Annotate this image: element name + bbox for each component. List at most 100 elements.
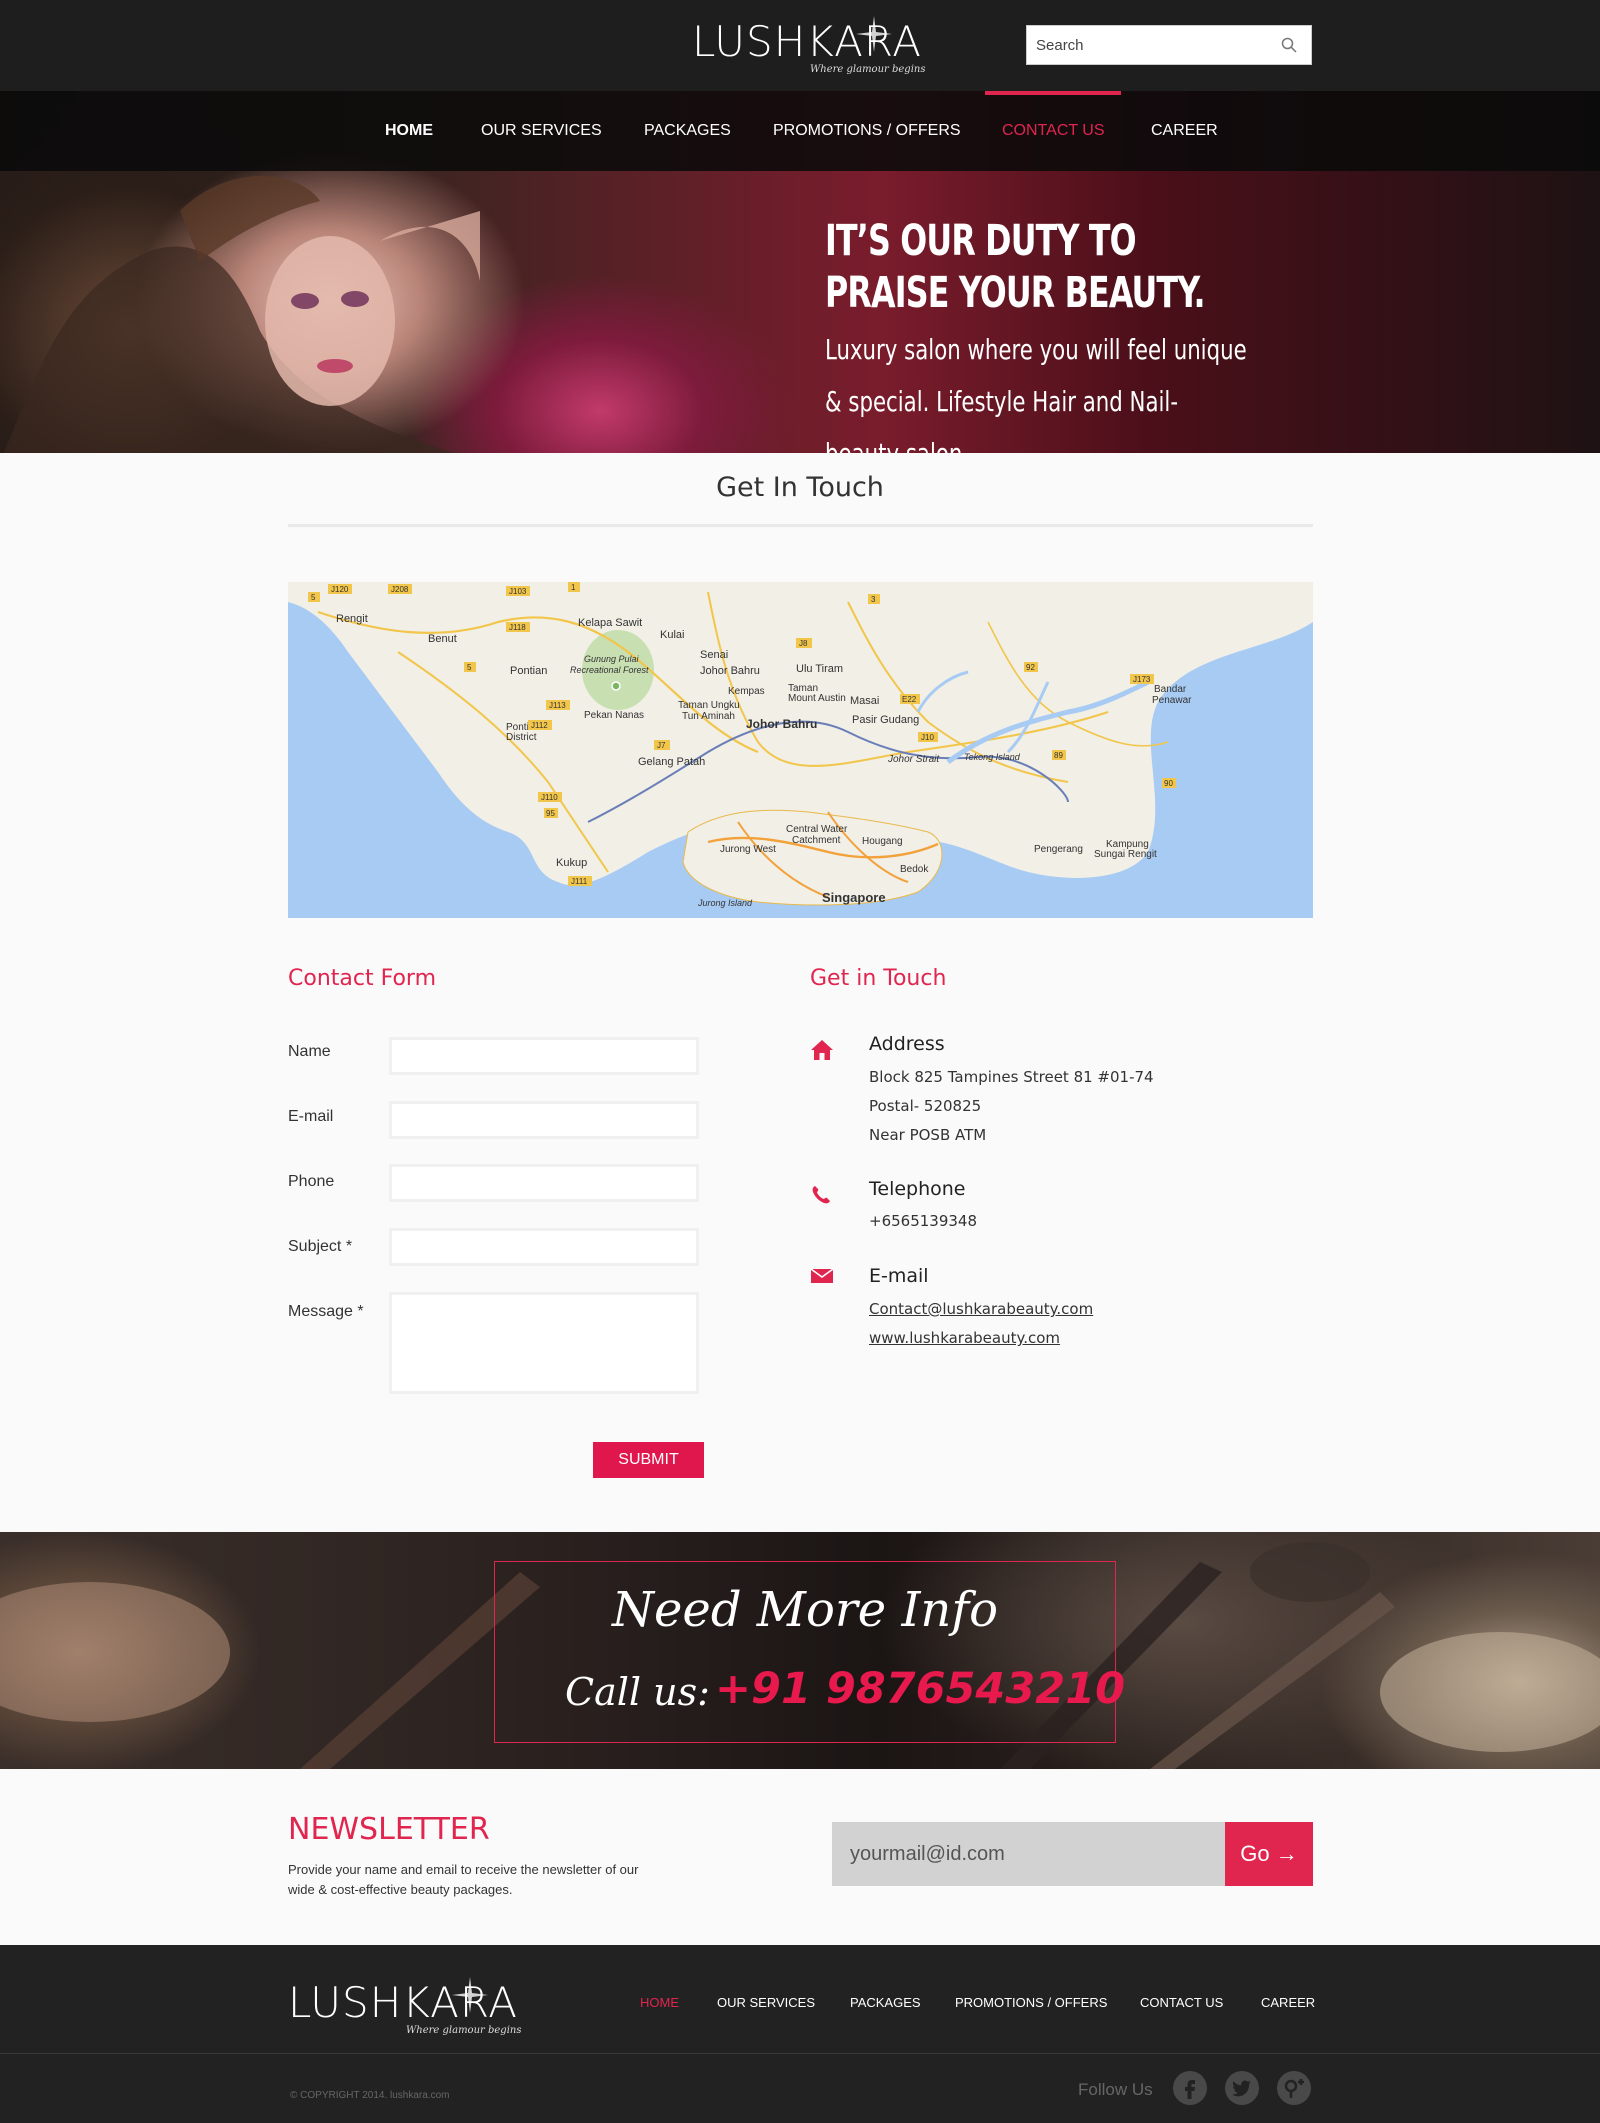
contact-form-title: Contact Form [288, 966, 437, 991]
nav-item-packages[interactable]: PACKAGES [644, 91, 731, 171]
logo-tagline: Where glamour begins [810, 64, 926, 75]
svg-text:Bandar: Bandar [1154, 684, 1187, 695]
email-heading: E-mail [869, 1265, 929, 1287]
svg-text:Pekan Nanas: Pekan Nanas [584, 710, 644, 721]
svg-text:Pontian: Pontian [510, 665, 547, 677]
hero-subtext: Luxury salon where you will feel unique … [825, 333, 1247, 453]
svg-text:1: 1 [571, 583, 576, 592]
footer: LUSHKARA Where glamour begins HOME OUR S… [0, 1945, 1600, 2123]
svg-text:Tun Aminah: Tun Aminah [682, 711, 735, 722]
address-line-2: Postal- 520825 [869, 1097, 982, 1115]
svg-text:J8: J8 [799, 639, 808, 648]
svg-text:J208: J208 [391, 585, 409, 594]
svg-text:92: 92 [1026, 663, 1035, 672]
svg-text:90: 90 [1164, 779, 1173, 788]
footer-nav-packages[interactable]: PACKAGES [850, 1995, 921, 2010]
subject-field[interactable] [389, 1228, 699, 1266]
newsletter-email-input[interactable] [832, 1822, 1225, 1886]
cta-phone-number[interactable]: +91 9876543210 [715, 1664, 1125, 1714]
google-plus-icon[interactable] [1277, 2071, 1311, 2105]
search-box [1026, 25, 1312, 65]
telephone-heading: Telephone [869, 1178, 966, 1200]
facebook-icon[interactable] [1173, 2071, 1207, 2105]
email-link[interactable]: Contact@lushkarabeauty.com [869, 1300, 1093, 1318]
svg-text:Johor Bahru: Johor Bahru [746, 717, 817, 731]
footer-nav-career[interactable]: CAREER [1261, 1995, 1315, 2010]
twitter-icon[interactable] [1225, 2071, 1259, 2105]
svg-text:Kempas: Kempas [728, 686, 765, 697]
site-logo[interactable]: LUSHKARA Where glamour begins [692, 14, 925, 80]
svg-text:5: 5 [467, 663, 472, 672]
map-graphic[interactable]: Rengit Benut Kelapa Sawit Kulai Senai Jo… [288, 582, 1313, 918]
svg-text:Gelang Patah: Gelang Patah [638, 756, 705, 768]
svg-text:Gunung Pulai: Gunung Pulai [584, 654, 640, 664]
svg-text:Bedok: Bedok [900, 864, 929, 875]
website-link[interactable]: www.lushkarabeauty.com [869, 1329, 1060, 1347]
nav-item-our-services[interactable]: OUR SERVICES [481, 91, 602, 171]
svg-text:J173: J173 [1133, 675, 1151, 684]
svg-text:Pengerang: Pengerang [1034, 844, 1083, 855]
svg-text:Jurong Island: Jurong Island [697, 898, 753, 908]
svg-text:J112: J112 [531, 721, 548, 730]
message-field[interactable] [389, 1292, 699, 1394]
svg-text:Rengit: Rengit [336, 613, 368, 625]
svg-text:District: District [506, 732, 537, 743]
website-line: www.lushkarabeauty.com [869, 1329, 1060, 1347]
search-icon[interactable] [1281, 37, 1297, 53]
newsletter-go-button[interactable]: Go → [1225, 1822, 1313, 1886]
phone-field[interactable] [389, 1164, 699, 1202]
svg-text:Masai: Masai [850, 695, 879, 707]
svg-text:Ulu Tiram: Ulu Tiram [796, 663, 843, 675]
hero-model-image [3, 176, 480, 453]
name-label: Name [288, 1043, 331, 1060]
telephone-number: +6565139348 [869, 1212, 978, 1230]
search-input[interactable] [1027, 26, 1267, 64]
top-bar: LUSHKARA Where glamour begins [0, 0, 1600, 91]
subject-label: Subject * [288, 1238, 353, 1255]
email-field[interactable] [389, 1101, 699, 1139]
svg-text:J120: J120 [331, 585, 349, 594]
nav-item-career[interactable]: CAREER [1151, 91, 1218, 171]
cta-title: Need More Info [612, 1582, 998, 1638]
nav-item-contact-us[interactable]: CONTACT US [1002, 91, 1105, 171]
logo-sparkle-icon [856, 16, 892, 52]
submit-button[interactable]: SUBMIT [593, 1442, 704, 1478]
name-field[interactable] [389, 1037, 699, 1075]
svg-text:Johor Strait: Johor Strait [887, 754, 940, 765]
address-heading: Address [869, 1033, 945, 1055]
section-title: Get In Touch [716, 472, 884, 503]
footer-nav-home[interactable]: HOME [640, 1995, 679, 2010]
newsletter-description: Provide your name and email to receive t… [288, 1862, 639, 1897]
nav-item-promotions[interactable]: PROMOTIONS / OFFERS [773, 91, 961, 171]
svg-text:89: 89 [1054, 751, 1063, 760]
svg-text:Mount Austin: Mount Austin [788, 693, 846, 704]
home-icon [811, 1040, 833, 1060]
footer-nav-our-services[interactable]: OUR SERVICES [717, 1995, 815, 2010]
svg-text:Sungai Rengit: Sungai Rengit [1094, 849, 1157, 860]
cta-call-label: Call us: [565, 1670, 710, 1714]
hero-banner: HOME OUR SERVICES PACKAGES PROMOTIONS / … [0, 91, 1600, 453]
nav-item-home[interactable]: HOME [385, 91, 433, 171]
svg-text:5: 5 [311, 593, 316, 602]
address-line-3: Near POSB ATM [869, 1126, 987, 1144]
svg-text:Tekong Island: Tekong Island [964, 752, 1021, 762]
svg-text:Pasir Gudang: Pasir Gudang [852, 714, 919, 726]
svg-text:Taman Ungku: Taman Ungku [678, 700, 740, 711]
email-address-line: Contact@lushkarabeauty.com [869, 1300, 1093, 1318]
svg-text:J10: J10 [921, 733, 934, 742]
phone-icon [812, 1186, 830, 1204]
location-map[interactable]: Rengit Benut Kelapa Sawit Kulai Senai Jo… [288, 582, 1313, 918]
email-label: E-mail [288, 1108, 334, 1125]
envelope-icon [810, 1268, 834, 1283]
svg-text:Central Water: Central Water [786, 824, 848, 835]
footer-logo-sparkle-icon [452, 1977, 488, 2013]
contact-info-title: Get in Touch [810, 966, 947, 991]
svg-text:Kelapa Sawit: Kelapa Sawit [578, 617, 642, 629]
svg-text:Penawar: Penawar [1152, 695, 1192, 706]
footer-divider [0, 2053, 1600, 2054]
footer-logo[interactable]: LUSHKARA Where glamour begins [288, 1975, 521, 2041]
svg-text:Kulai: Kulai [660, 629, 684, 641]
svg-text:J118: J118 [509, 623, 526, 632]
footer-nav-promotions[interactable]: PROMOTIONS / OFFERS [955, 1995, 1107, 2010]
footer-nav-contact-us[interactable]: CONTACT US [1140, 1995, 1223, 2010]
